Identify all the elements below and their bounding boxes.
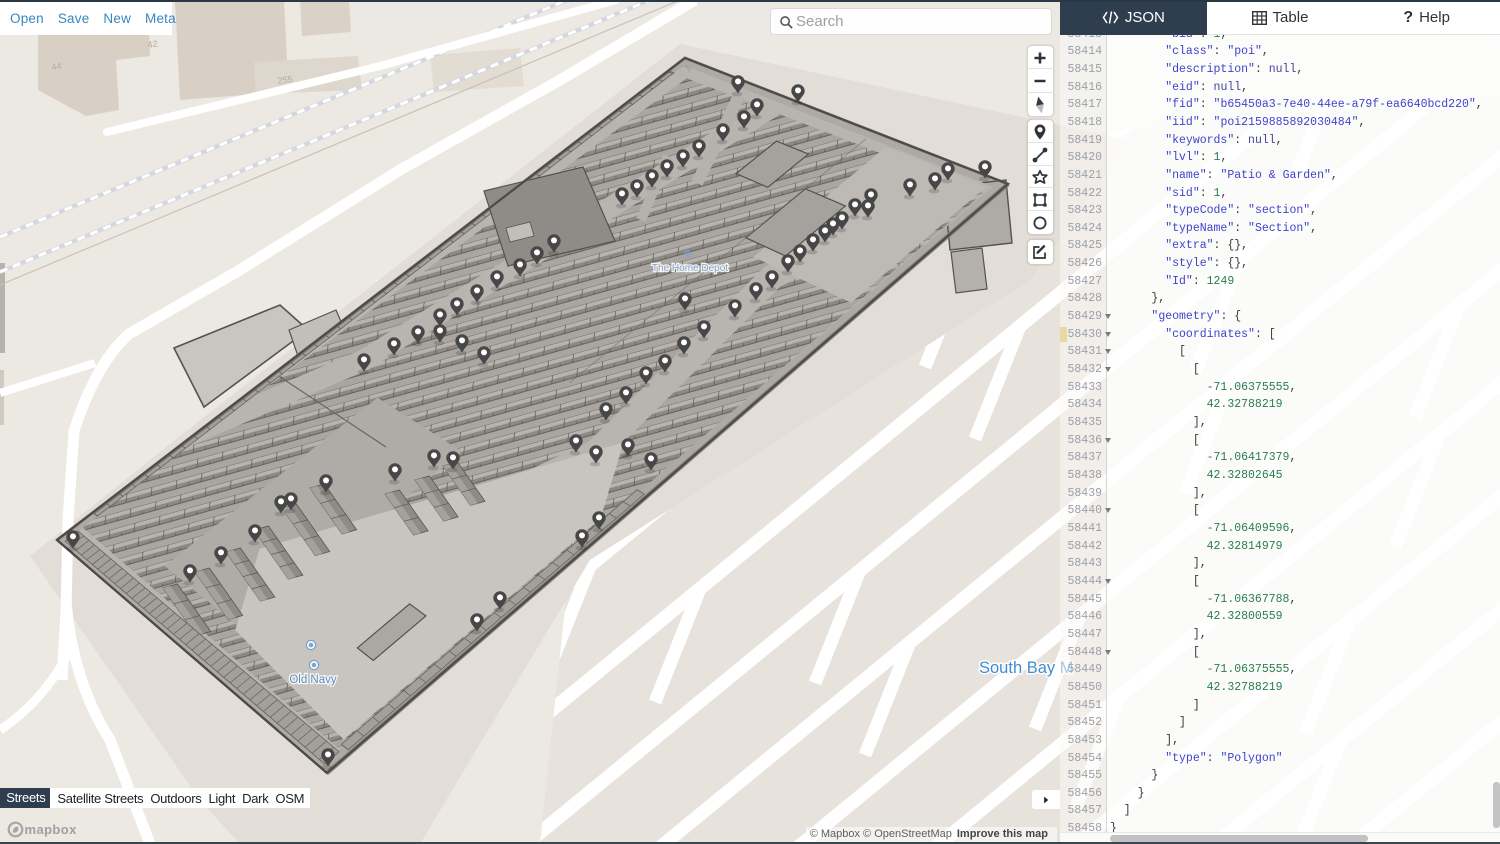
svg-text:Old Navy: Old Navy [289,674,337,686]
svg-text:mapbox: mapbox [25,822,78,837]
svg-text:42: 42 [147,39,158,50]
svg-text:The Home Depot: The Home Depot [652,263,728,274]
svg-text:44: 44 [51,61,62,72]
svg-text:255: 255 [277,74,293,86]
